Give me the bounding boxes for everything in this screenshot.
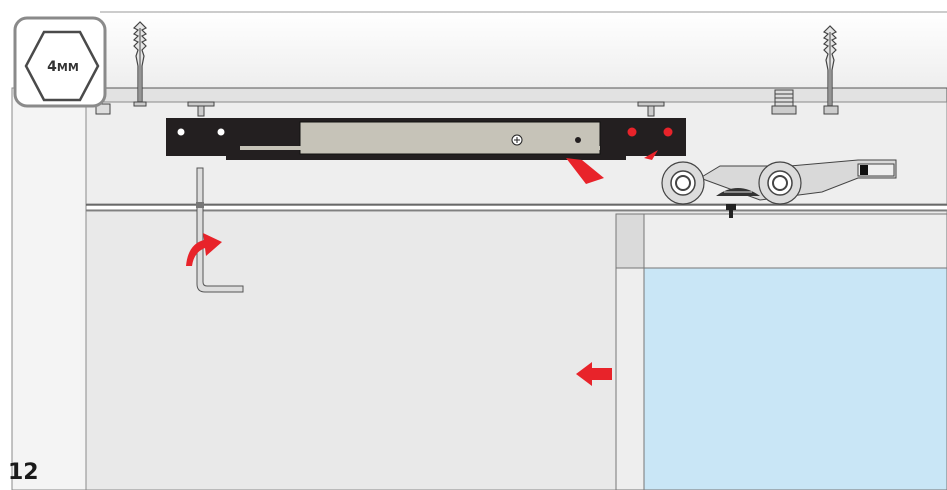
installation-diagram — [11, 11, 947, 490]
door-frame-corner — [615, 213, 645, 269]
door-glass — [643, 267, 947, 490]
track-top-plate — [85, 87, 947, 103]
roller-wheel — [661, 161, 705, 205]
hex-key-badge-icon — [13, 16, 107, 108]
step-number: 12 — [8, 460, 39, 485]
ceiling — [100, 12, 947, 88]
roller-wheel — [758, 161, 802, 205]
wall-left — [11, 87, 87, 490]
